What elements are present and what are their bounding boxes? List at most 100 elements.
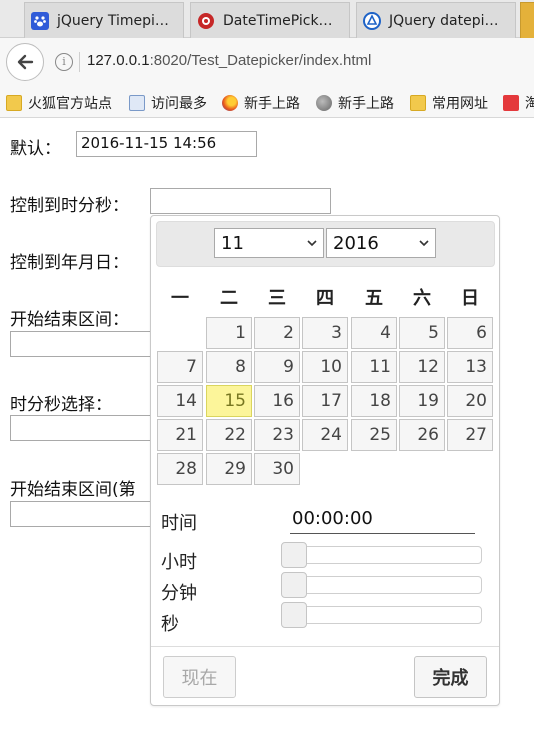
weekday-header: 三 (268, 288, 286, 309)
default-label: 默认： (10, 139, 61, 159)
tab-jquery-datepicker[interactable]: JQuery datepi… (356, 2, 516, 38)
now-button[interactable]: 现在 (163, 656, 236, 698)
calendar-day[interactable]: 7 (157, 351, 203, 383)
chevron-down-icon (307, 240, 317, 247)
calendar-day[interactable]: 4 (351, 317, 397, 349)
calendar-day[interactable]: 13 (447, 351, 493, 383)
weekday-header: 五 (365, 288, 383, 309)
calendar-day[interactable]: 11 (351, 351, 397, 383)
calendar-day[interactable]: 30 (254, 453, 300, 485)
site-info-icon[interactable]: i (55, 53, 73, 71)
month-select[interactable]: 11 (214, 228, 324, 258)
second-label: 秒 (161, 614, 179, 635)
tab-jquery-timepicker[interactable]: jQuery Timepi… (24, 2, 184, 38)
bookmark-getting-started-2[interactable]: 新手上路 (316, 92, 394, 114)
weekday-header: 日 (461, 288, 479, 309)
calendar-day[interactable]: 22 (206, 419, 252, 451)
done-button[interactable]: 完成 (414, 656, 487, 698)
calendar-day[interactable]: 21 (157, 419, 203, 451)
hms-label: 控制到时分秒： (10, 196, 129, 216)
calendar-day[interactable]: 29 (206, 453, 252, 485)
datepicker-footer-divider (151, 646, 499, 647)
calendar-day[interactable]: 5 (399, 317, 445, 349)
address-bar[interactable]: 127.0.0.1:8020/Test_Datepicker/index.htm… (87, 52, 371, 69)
time-value: 00:00:00 (290, 508, 475, 534)
hour-slider[interactable] (281, 542, 482, 568)
second-slider[interactable] (281, 602, 482, 628)
chevron-down-icon (419, 240, 429, 247)
hour-label: 小时 (161, 552, 197, 573)
calendar-day[interactable]: 9 (254, 351, 300, 383)
bookmark-common-sites[interactable]: 常用网址 (410, 92, 488, 114)
calendar-day[interactable]: 26 (399, 419, 445, 451)
calendar-day[interactable]: 27 (447, 419, 493, 451)
bookmark-firefox-official[interactable]: 火狐官方站点 (6, 92, 112, 114)
bookmark-taobao[interactable]: 淘 (503, 92, 534, 114)
time-select-input[interactable] (10, 415, 155, 441)
calendar-day[interactable]: 12 (399, 351, 445, 383)
bookmarks-toolbar: 火狐官方站点 访问最多 新手上路 新手上路 常用网址 淘 (0, 88, 534, 118)
calendar-day[interactable]: 10 (302, 351, 348, 383)
calendar-day[interactable]: 2 (254, 317, 300, 349)
bookmark-label: 新手上路 (338, 96, 394, 112)
calendar-day[interactable]: 17 (302, 385, 348, 417)
tab-label: DateTimePick… (223, 12, 333, 29)
url-separator (79, 52, 80, 72)
bookmark-most-visited[interactable]: 访问最多 (129, 92, 207, 114)
hour-slider-handle[interactable] (281, 542, 307, 568)
calendar-day[interactable]: 24 (302, 419, 348, 451)
back-button[interactable] (6, 43, 44, 81)
range-label: 开始结束区间： (10, 310, 129, 330)
range-input[interactable] (10, 331, 155, 357)
firefox-icon (222, 95, 238, 111)
bookmark-label: 访问最多 (151, 96, 207, 112)
url-path: :8020/Test_Datepicker/index.html (149, 52, 372, 69)
weekday-header: 六 (413, 288, 431, 309)
tab-datetimepicker[interactable]: DateTimePick… (190, 2, 350, 38)
calendar-day[interactable]: 20 (447, 385, 493, 417)
minute-slider-handle[interactable] (281, 572, 307, 598)
calendar-day[interactable]: 25 (351, 419, 397, 451)
folder-icon (6, 95, 22, 111)
bookmark-label: 常用网址 (432, 96, 488, 112)
tab-partial[interactable] (520, 2, 534, 38)
minute-slider[interactable] (281, 572, 482, 598)
bookmark-label: 新手上路 (244, 96, 300, 112)
calendar-day[interactable]: 8 (206, 351, 252, 383)
back-arrow-icon (17, 54, 34, 70)
calendar-day[interactable]: 19 (399, 385, 445, 417)
tab-label: jQuery Timepi… (57, 12, 169, 29)
url-host: 127.0.0.1 (87, 52, 150, 69)
tab-label: JQuery datepi… (389, 12, 499, 29)
default-datetime-input[interactable]: 2016-11-15 14:56 (76, 131, 257, 157)
calendar-day[interactable]: 3 (302, 317, 348, 349)
time-select-label: 时分秒选择： (10, 395, 112, 415)
globe-icon (316, 95, 332, 111)
tab-bar: jQuery Timepi… DateTimePick… JQuery date… (0, 0, 534, 38)
bookmark-label: 淘 (525, 96, 534, 112)
time-label: 时间 (161, 513, 197, 534)
calendar-day[interactable]: 14 (157, 385, 203, 417)
ymd-label: 控制到年月日： (10, 253, 129, 273)
bookmark-label: 火狐官方站点 (28, 96, 112, 112)
calendar-day[interactable]: 1 (206, 317, 252, 349)
calendar-day[interactable]: 6 (447, 317, 493, 349)
second-slider-handle[interactable] (281, 602, 307, 628)
taobao-icon (503, 95, 519, 111)
hms-datetime-input[interactable] (150, 188, 331, 214)
bookmark-getting-started[interactable]: 新手上路 (222, 92, 300, 114)
calendar-day-today[interactable]: 15 (206, 385, 252, 417)
calendar-day[interactable]: 23 (254, 419, 300, 451)
weekday-header: 四 (316, 288, 334, 309)
year-select[interactable]: 2016 (326, 228, 436, 258)
range2-label: 开始结束区间(第 (10, 480, 136, 500)
weekday-header: 二 (220, 288, 238, 309)
blue-logo-icon (363, 11, 381, 30)
navigation-bar: i 127.0.0.1:8020/Test_Datepicker/index.h… (0, 38, 534, 88)
bookmark-page-icon (129, 95, 145, 111)
calendar-day[interactable]: 28 (157, 453, 203, 485)
range2-input[interactable] (10, 501, 155, 527)
calendar-day[interactable]: 18 (351, 385, 397, 417)
year-value: 2016 (333, 232, 379, 254)
calendar-day[interactable]: 16 (254, 385, 300, 417)
